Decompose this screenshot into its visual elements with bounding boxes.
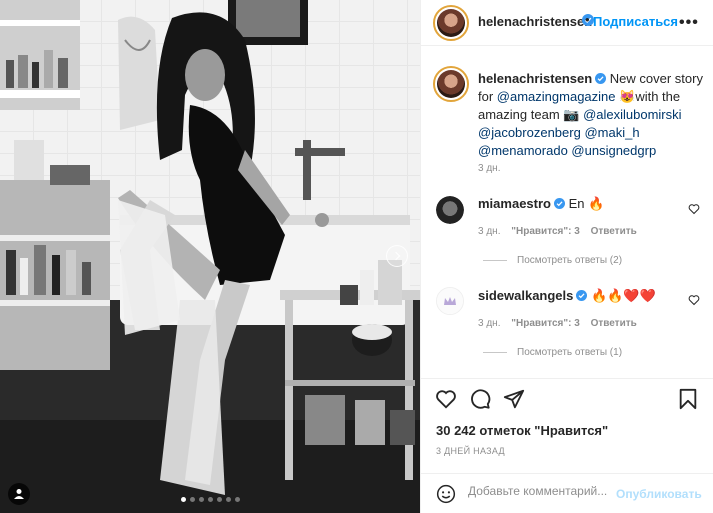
author-avatar[interactable] (433, 5, 469, 41)
like-icon[interactable] (435, 388, 457, 410)
share-icon[interactable] (503, 388, 525, 410)
comment-text: En 🔥 (568, 196, 605, 211)
post-header: helenachristensen • Подписаться ••• (421, 0, 713, 46)
carousel-dot (180, 497, 186, 502)
mention-link[interactable]: @maki_h (584, 125, 639, 140)
comment-likes[interactable]: "Нравится": 3 (511, 318, 580, 329)
reply-button[interactable]: Ответить (591, 318, 637, 329)
verified-badge-icon (576, 290, 588, 301)
verified-badge-icon (595, 73, 607, 84)
photo-illustration (0, 0, 420, 513)
more-options-button[interactable]: ••• (679, 14, 699, 32)
publish-button[interactable]: Опубликовать (616, 487, 702, 501)
mention-link[interactable]: @menamorado (478, 143, 568, 158)
comment-like-icon[interactable] (688, 203, 700, 215)
next-icon (391, 251, 401, 261)
carousel-dot (225, 497, 231, 502)
carousel-dot (216, 497, 222, 502)
view-replies-button[interactable]: Посмотреть ответы (2) (483, 255, 622, 266)
comment-meta: 3 дн. "Нравится": 3 Ответить (478, 318, 637, 329)
more-icon: ••• (679, 14, 699, 31)
comment-avatar[interactable] (436, 196, 464, 224)
comment-username[interactable]: miamaestro (478, 196, 551, 211)
comment-time[interactable]: 3 дн. (478, 318, 500, 329)
post-caption: helenachristensen New cover story for @a… (478, 70, 703, 160)
caption-author[interactable]: helenachristensen (478, 71, 592, 86)
comment-body: miamaestro En 🔥 (478, 196, 604, 212)
carousel-dot (207, 497, 213, 502)
comment-like-icon[interactable] (688, 294, 700, 306)
mention-link[interactable]: @amazingmagazine (497, 89, 616, 104)
post-date[interactable]: 3 ДНЕЙ НАЗАД (436, 446, 505, 456)
save-icon[interactable] (678, 388, 698, 410)
comment-text: 🔥🔥❤️❤️ (591, 288, 656, 303)
caption-emoji: 😻 (619, 89, 636, 104)
comment-input[interactable] (468, 484, 613, 498)
view-replies-label: Посмотреть ответы (1) (517, 347, 623, 358)
carousel-dot (198, 497, 204, 502)
likes-count[interactable]: 30 242 отметок "Нравится" (436, 423, 608, 438)
carousel-dot (234, 497, 240, 502)
comment-composer: Опубликовать (421, 473, 713, 513)
comment-likes[interactable]: "Нравится": 3 (511, 226, 580, 237)
post-side-panel: helenachristensen • Подписаться ••• hele… (420, 0, 713, 513)
caption-author-avatar[interactable] (433, 66, 469, 102)
mention-link[interactable]: @alexilubomirski (583, 107, 681, 122)
crown-logo (444, 297, 456, 305)
author-username[interactable]: helenachristensen (478, 14, 592, 29)
verified-badge-icon (553, 198, 565, 209)
mention-link[interactable]: @unsignedgrp (571, 143, 656, 158)
comment-icon[interactable] (469, 388, 491, 410)
caption-timestamp[interactable]: 3 дн. (478, 163, 500, 174)
comment-avatar[interactable] (436, 287, 464, 315)
emoji-icon[interactable] (436, 484, 456, 504)
comment-body: sidewalkangels 🔥🔥❤️❤️ (478, 288, 656, 304)
reply-button[interactable]: Ответить (591, 226, 637, 237)
carousel-dots (0, 497, 420, 502)
mention-link[interactable]: @jacobrozenberg (478, 125, 581, 140)
next-slide-button[interactable] (386, 245, 408, 267)
comment-username[interactable]: sidewalkangels (478, 288, 573, 303)
post-photo[interactable] (0, 0, 420, 513)
comment-time[interactable]: 3 дн. (478, 226, 500, 237)
carousel-dot (189, 497, 195, 502)
header-separator: • (585, 12, 590, 27)
post-actions-bar (421, 378, 713, 418)
comment-meta: 3 дн. "Нравится": 3 Ответить (478, 226, 637, 237)
view-replies-button[interactable]: Посмотреть ответы (1) (483, 347, 622, 358)
camera-emoji: 📷 (563, 107, 580, 122)
follow-button[interactable]: Подписаться (593, 14, 678, 29)
view-replies-label: Посмотреть ответы (2) (517, 255, 623, 266)
